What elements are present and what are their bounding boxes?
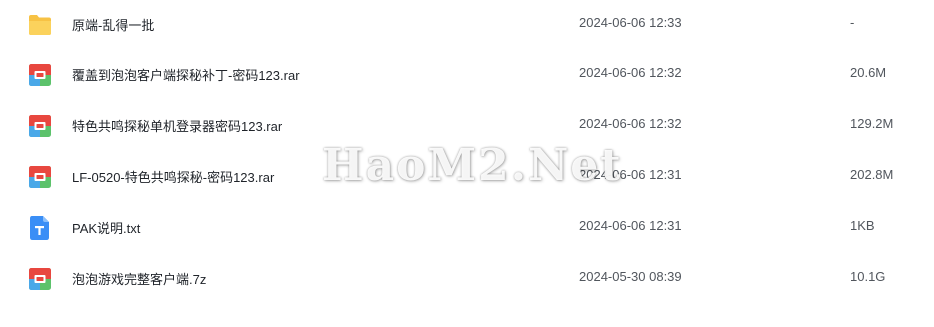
file-row-archive[interactable]: 特色共鸣探秘单机登录器密码123.rar 2024-06-06 12:32 12… [0,101,934,153]
file-name[interactable]: 覆盖到泡泡客户端探秘补丁-密码123.rar [72,65,300,84]
file-row-archive[interactable]: 覆盖到泡泡客户端探秘补丁-密码123.rar 2024-06-06 12:32 … [0,50,934,102]
file-size: 202.8M [850,167,894,182]
file-name[interactable]: PAK说明.txt [72,218,140,237]
file-date: 2024-06-06 12:32 [579,116,682,131]
file-row-archive[interactable]: 泡泡游戏完整客户端.7z 2024-05-30 08:39 10.1G [0,254,934,306]
file-date: 2024-06-06 12:33 [579,15,682,30]
file-date: 2024-06-06 12:31 [579,218,682,233]
file-date: 2024-05-30 08:39 [579,269,682,284]
file-size: 20.6M [850,65,887,80]
file-row-archive[interactable]: LF-0520-特色共鸣探秘-密码123.rar 2024-06-06 12:3… [0,152,934,204]
archive-icon [28,164,52,190]
file-name[interactable]: LF-0520-特色共鸣探秘-密码123.rar [72,167,274,186]
archive-icon [28,266,52,292]
file-row-text[interactable]: PAK说明.txt 2024-06-06 12:31 1KB [0,203,934,255]
file-date: 2024-06-06 12:32 [579,65,682,80]
file-name[interactable]: 特色共鸣探秘单机登录器密码123.rar [72,116,282,135]
file-size: - [850,15,855,30]
file-name[interactable]: 原端-乱得一批 [72,15,154,34]
file-list: 原端-乱得一批 2024-06-06 12:33 - 覆盖到泡泡客户端探秘补丁-… [0,0,934,327]
archive-icon [28,62,52,88]
file-row-folder[interactable]: 原端-乱得一批 2024-06-06 12:33 - [0,0,934,52]
file-size: 129.2M [850,116,894,131]
file-date: 2024-06-06 12:31 [579,167,682,182]
file-name[interactable]: 泡泡游戏完整客户端.7z [72,269,206,288]
folder-icon [28,12,52,38]
file-size: 10.1G [850,269,886,284]
archive-icon [28,113,52,139]
file-size: 1KB [850,218,875,233]
text-file-icon [28,215,52,241]
